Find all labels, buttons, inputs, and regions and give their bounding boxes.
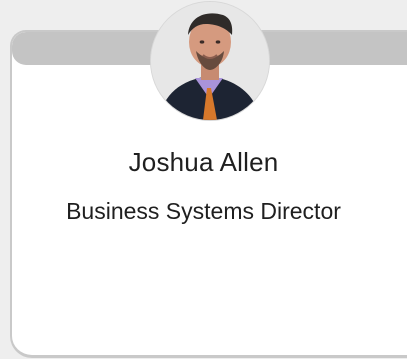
profile-title: Business Systems Director bbox=[66, 198, 341, 224]
profile-page: Joshua Allen Business Systems Director bbox=[0, 0, 407, 359]
profile-name: Joshua Allen bbox=[128, 147, 279, 177]
avatar bbox=[151, 2, 269, 120]
profile-photo-icon bbox=[151, 2, 269, 120]
